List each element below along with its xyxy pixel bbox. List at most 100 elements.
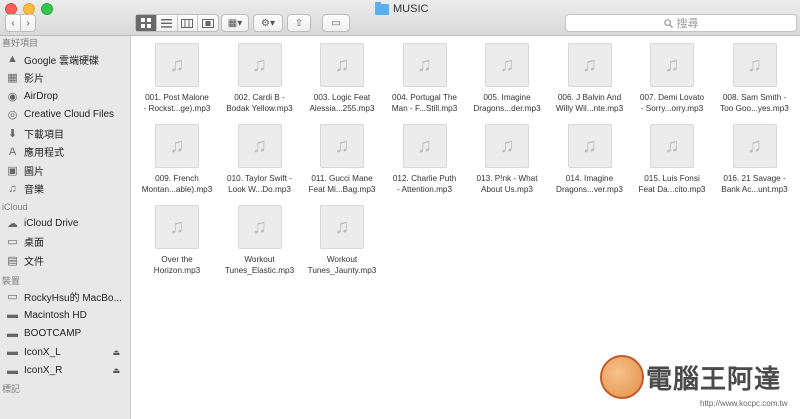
sidebar-item-label: Macintosh HD [24, 309, 87, 321]
file-item[interactable]: ♫ Workout Tunes_Elastic.mp3 [219, 205, 301, 276]
music-file-icon: ♫ [237, 43, 282, 87]
sidebar-item-bootcamp[interactable]: ▬ BOOTCAMP [0, 325, 130, 344]
column-view-icon [181, 18, 194, 28]
file-item[interactable]: ♫ 004. Portugal The Man - F...Still.mp3 [384, 43, 466, 114]
sidebar-item-icon: ⬇ [7, 127, 18, 140]
column-view-button[interactable] [178, 15, 199, 31]
file-item[interactable]: ♫ 010. Taylor Swift - Look W...Do.mp3 [219, 124, 301, 195]
sidebar-item-label: IconX_R [24, 365, 63, 377]
sidebar-item-icloud-drive[interactable]: ☁ iCloud Drive [0, 214, 130, 233]
sidebar-item-item[interactable]: ▭ 桌面 [0, 233, 130, 252]
sidebar-item-label: 應用程式 [24, 148, 64, 160]
file-name: 016. 21 Savage - Bank Ac...unt.mp3 [721, 174, 788, 194]
file-item[interactable]: ♫ 012. Charlie Puth - Attention.mp3 [384, 124, 466, 195]
back-button[interactable]: ‹ [5, 14, 21, 32]
icon-view-button[interactable] [136, 15, 157, 31]
sidebar-item-icon: ▦ [7, 72, 18, 85]
sidebar-item-icon: ♫ [8, 182, 17, 195]
file-name: 013. P!nk - What About Us.mp3 [476, 174, 538, 194]
file-item[interactable]: ♫ 003. Logic Feat Alessia...255.mp3 [301, 43, 383, 114]
file-item[interactable]: ♫ 002. Cardi B - Bodak Yellow.mp3 [219, 43, 301, 114]
sidebar-item-macintosh-hd[interactable]: ▬ Macintosh HD [0, 306, 130, 325]
arrange-menu-button[interactable]: ▦▾ [221, 14, 249, 32]
sidebar-item-label: 文件 [24, 256, 44, 268]
music-file-icon: ♫ [567, 43, 612, 87]
file-name: 001. Post Malone - Rockst...ge).mp3 [143, 93, 211, 113]
sidebar-item-item[interactable]: ⬇ 下載項目 [0, 124, 130, 143]
sidebar-item-item[interactable]: A 應用程式 [0, 143, 130, 162]
sidebar-item-airdrop[interactable]: ◉ AirDrop [0, 87, 130, 106]
file-item[interactable]: ♫ 015. Luis Fonsi Feat Da...cito.mp3 [631, 124, 713, 195]
window-title: MUSIC [375, 1, 428, 16]
icon-view-icon [140, 18, 151, 28]
file-name: Workout Tunes_Jaunty.mp3 [307, 255, 377, 275]
sidebar-item-label: 音樂 [24, 185, 44, 197]
share-icon: ⇧ [294, 17, 304, 29]
list-view-button[interactable] [157, 15, 178, 31]
search-input[interactable]: 搜尋 [565, 14, 797, 32]
sidebar-item-iconx-r[interactable]: ▬ IconX_R ⏏ [0, 362, 130, 381]
sidebar-item-icon: A [8, 145, 17, 158]
file-item[interactable]: ♫ 006. J Balvin And Willy Wil...nte.mp3 [549, 43, 631, 114]
chevron-right-icon: › [26, 17, 30, 29]
sidebar-item-rockyhsu-macbo[interactable]: ▭ RockyHsu的 MacBo... [0, 288, 130, 307]
sidebar-section-devices: 裝置 [2, 275, 21, 286]
file-item[interactable]: ♫ 014. Imagine Dragons...ver.mp3 [549, 124, 631, 195]
sidebar: 喜好項目 ▲ Google 雲端硬碟 ▦ 影片 ◉ AirDrop ◎ Creative Cl… [0, 36, 131, 419]
sidebar-item-label: IconX_L [24, 346, 61, 358]
file-item[interactable]: ♫ 013. P!nk - What About Us.mp3 [466, 124, 548, 195]
icloud-list: ☁ iCloud Drive ▭ 桌面 ▤ 文件 [0, 214, 130, 270]
sidebar-item-label: Google 雲端硬碟 [24, 55, 100, 67]
sidebar-item-label: RockyHsu的 MacBo... [24, 293, 122, 305]
file-name: 014. Imagine Dragons...ver.mp3 [556, 174, 623, 194]
sidebar-section-tags: 標記 [2, 384, 21, 394]
music-file-icon: ♫ [732, 124, 777, 168]
music-file-icon: ♫ [567, 124, 612, 168]
sidebar-item-item[interactable]: ▤ 文件 [0, 251, 130, 270]
eject-icon[interactable]: ⏏ [112, 348, 120, 357]
file-item[interactable]: ♫ 009. French Montan...able).mp3 [136, 124, 218, 195]
eject-icon[interactable]: ⏏ [112, 366, 120, 375]
chevron-left-icon: ‹ [11, 17, 15, 29]
file-item[interactable]: ♫ 007. Demi Lovato - Sorry...orry.mp3 [631, 43, 713, 114]
file-item[interactable]: ♫ 011. Gucci Mane Feat Mi...Bag.mp3 [301, 124, 383, 195]
file-item[interactable]: ♫ 008. Sam Smith - Too Goo...yes.mp3 [714, 43, 796, 114]
file-name: 015. Luis Fonsi Feat Da...cito.mp3 [638, 174, 706, 194]
action-menu-button[interactable]: ⚙▾ [253, 14, 283, 32]
music-file-icon: ♫ [732, 43, 777, 87]
sidebar-item-creative-cloud-files[interactable]: ◎ Creative Cloud Files [0, 106, 130, 125]
file-item[interactable]: ♫ 005. Imagine Dragons...der.mp3 [466, 43, 548, 114]
view-mode-group [135, 14, 219, 32]
file-name: 003. Logic Feat Alessia...255.mp3 [309, 93, 375, 113]
sidebar-item-label: 下載項目 [24, 129, 64, 141]
sidebar-item-icon: ▭ [7, 291, 18, 304]
sidebar-item-icon: ◎ [7, 109, 18, 122]
tag-button[interactable]: ▭ [322, 14, 350, 32]
file-name: 011. Gucci Mane Feat Mi...Bag.mp3 [308, 174, 376, 194]
forward-button[interactable]: › [20, 14, 36, 32]
sidebar-item-icon: ▤ [7, 254, 18, 267]
sidebar-item-item[interactable]: ♫ 音樂 [0, 180, 130, 199]
sidebar-item-iconx-l[interactable]: ▬ IconX_L ⏏ [0, 343, 130, 362]
watermark-url: http://www.kocpc.com.tw [700, 399, 788, 408]
sidebar-item-item[interactable]: ▦ 影片 [0, 69, 130, 88]
sidebar-item-label: iCloud Drive [24, 217, 79, 229]
file-item[interactable]: ♫ 001. Post Malone - Rockst...ge).mp3 [136, 43, 218, 114]
cover-flow-view-button[interactable] [198, 15, 218, 31]
music-file-icon: ♫ [237, 124, 282, 168]
sidebar-item-google[interactable]: ▲ Google 雲端硬碟 [0, 50, 130, 69]
file-name: 004. Portugal The Man - F...Still.mp3 [391, 93, 458, 113]
file-name: 005. Imagine Dragons...der.mp3 [473, 93, 541, 113]
sidebar-item-icon: ▲ [7, 53, 18, 66]
file-item[interactable]: ♫ Over the Horizon.mp3 [136, 205, 218, 276]
folder-icon [375, 1, 389, 15]
sidebar-item-label: AirDrop [24, 90, 58, 102]
sidebar-item-item[interactable]: ▣ 圖片 [0, 161, 130, 180]
file-item[interactable]: ♫ 016. 21 Savage - Bank Ac...unt.mp3 [714, 124, 796, 195]
file-name: 002. Cardi B - Bodak Yellow.mp3 [226, 93, 293, 113]
sidebar-item-icon: ▣ [7, 164, 18, 177]
file-name: 012. Charlie Puth - Attention.mp3 [392, 174, 457, 194]
share-button[interactable]: ⇧ [287, 14, 311, 32]
zoom-window-button[interactable] [41, 3, 53, 15]
file-item[interactable]: ♫ Workout Tunes_Jaunty.mp3 [301, 205, 383, 276]
